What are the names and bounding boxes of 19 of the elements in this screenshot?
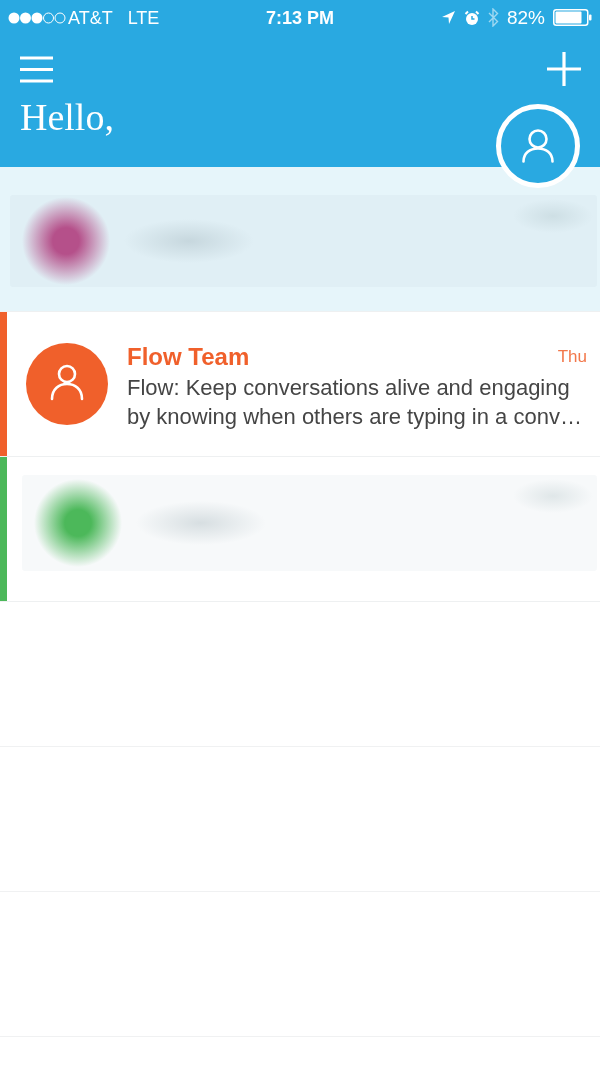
person-icon [522, 129, 554, 163]
conversation-row[interactable] [0, 457, 600, 602]
bluetooth-icon [487, 8, 499, 27]
plus-icon[interactable] [547, 52, 581, 86]
greeting-title: Hello, [20, 95, 114, 139]
battery-icon [553, 9, 592, 26]
alarm-clock-icon [463, 9, 480, 26]
clock-time: 7:13 PM [266, 6, 334, 29]
battery-percent: 82% [506, 6, 545, 29]
carrier-name: AT&T [68, 6, 113, 29]
message-preview: Flow: Keep conversations alive and engaging by knowing when others are typing in a conv… [127, 374, 583, 431]
signal-dots-icon [8, 11, 66, 24]
location-arrow-icon [440, 10, 456, 25]
message-date: Thu [557, 347, 587, 367]
menu-icon[interactable] [20, 55, 53, 83]
conversation-row[interactable]: Flow Team Thu Flow: Keep conversations alive and engaging by knowing when others are typing in a conv… [0, 312, 600, 457]
network-type: LTE [127, 6, 160, 29]
contact-name: Flow Team [127, 343, 250, 371]
conversation-row[interactable] [0, 167, 600, 312]
